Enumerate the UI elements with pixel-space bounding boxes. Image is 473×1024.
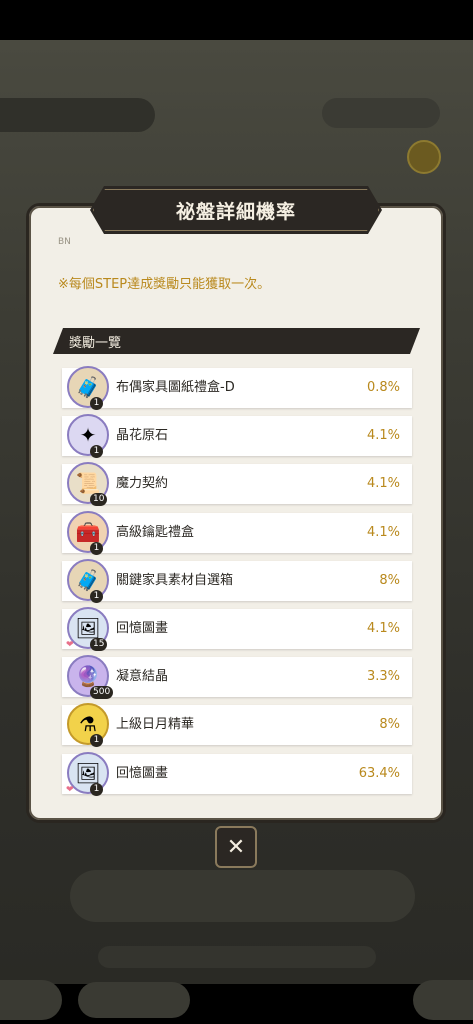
reward-rate: 4.1% (366, 476, 400, 492)
reward-rate: 8% (379, 572, 400, 588)
background-back-button (0, 980, 62, 1020)
close-button[interactable]: ✕ (215, 826, 257, 868)
quantity-badge: 1 (90, 734, 103, 748)
quantity-badge: 1 (90, 541, 103, 555)
background-info-icon (407, 140, 441, 174)
reward-row: ✦ 1 晶花原石 4.1% (62, 414, 412, 459)
reward-note: ※每個STEP達成獎勵只能獲取一次。 (58, 277, 271, 292)
reward-name: 關鍵家具素材自選箱 (116, 572, 234, 588)
reward-row: 📜 10 魔力契約 4.1% (62, 462, 412, 507)
reward-row: 🧳 1 關鍵家具素材自選箱 8% (62, 558, 412, 603)
reward-row: 🖼 1 ❤ 回憶圖畫 63.4% (62, 751, 412, 796)
reward-rate: 63.4% (358, 765, 400, 781)
background-bottom-bar (98, 946, 376, 968)
background-top-left-button (0, 98, 155, 132)
reward-name: 回憶圖畫 (116, 620, 169, 636)
reward-name: 上級日月精華 (116, 717, 195, 733)
background-shop-button (78, 982, 190, 1018)
quantity-badge: 1 (90, 589, 103, 603)
reward-row: 🧰 1 高級鑰匙禮盒 4.1% (62, 510, 412, 555)
reward-name: 布偶家具圖紙禮盒-D (116, 380, 235, 395)
background-top-right-button (322, 98, 440, 128)
reward-name: 回憶圖畫 (116, 765, 169, 781)
quantity-badge: 15 (90, 637, 108, 651)
reward-name: 晶花原石 (116, 428, 169, 444)
quantity-badge: 500 (90, 686, 114, 700)
close-icon: ✕ (226, 834, 246, 860)
dialog-title: 祕盤詳細機率 (175, 200, 296, 223)
quantity-badge: 1 (90, 445, 103, 459)
reward-rate: 4.1% (366, 620, 400, 636)
reward-name: 凝意結晶 (116, 669, 169, 685)
reward-name: 魔力契約 (116, 476, 169, 492)
reward-list: 🧳 1 布偶家具圖紙禮盒-D 0.8% ✦ 1 晶花原石 4.1% 📜 10 魔力契約 4.1% 🧰 1 高… (62, 366, 412, 802)
reward-row: 🖼 15 ❤ 回憶圖畫 4.1% (62, 606, 412, 651)
reward-rate: 4.1% (366, 428, 400, 444)
reward-list-header: 獎勵一覽 (53, 328, 420, 354)
quantity-badge: 1 (90, 397, 103, 410)
reward-rate: 0.8% (366, 380, 400, 395)
background-home-button (413, 980, 473, 1020)
reward-row: 🔮 500 凝意結晶 3.3% (62, 655, 412, 700)
heart-icon: ❤ (66, 784, 74, 795)
reward-rate: 3.3% (366, 669, 400, 685)
dialog-title-banner: 祕盤詳細機率 (90, 186, 382, 234)
reward-list-title: 獎勵一覽 (69, 335, 122, 351)
reward-rate: 4.1% (366, 524, 400, 540)
small-mark: BN (58, 237, 71, 247)
reward-row: 🧳 1 布偶家具圖紙禮盒-D 0.8% (62, 366, 412, 410)
heart-icon: ❤ (66, 639, 74, 650)
reward-row: ⚗ 1 上級日月精華 8% (62, 703, 412, 748)
background-lock-bar (70, 870, 415, 922)
quantity-badge: 10 (90, 493, 108, 507)
reward-rate: 8% (379, 717, 400, 733)
quantity-badge: 1 (90, 782, 103, 796)
reward-name: 高級鑰匙禮盒 (116, 524, 195, 540)
